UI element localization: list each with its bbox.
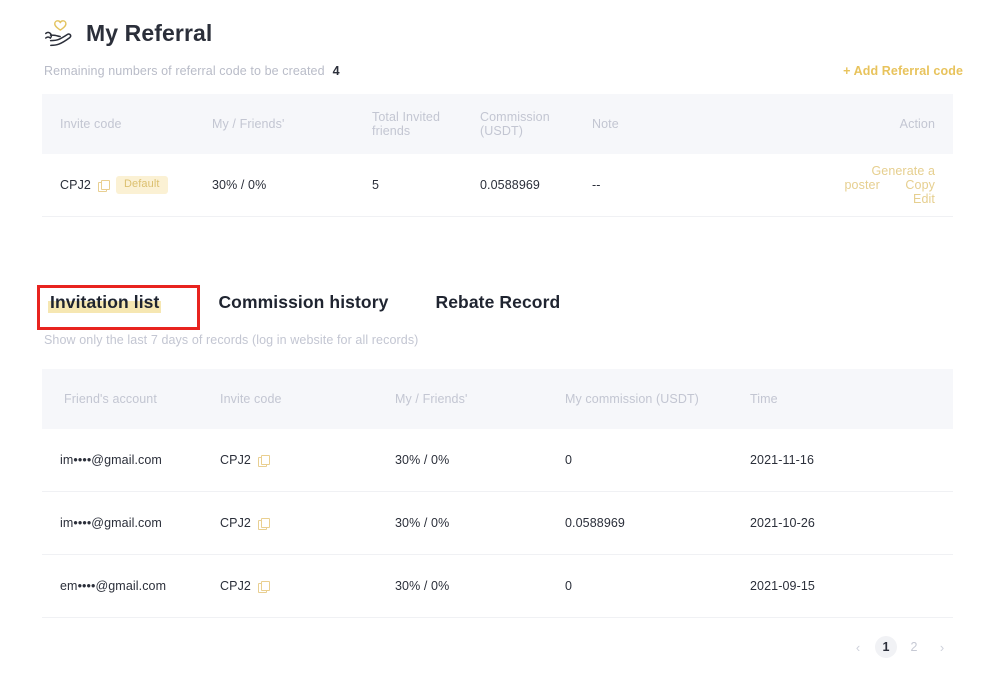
- cell-my-friends: 30% / 0%: [395, 453, 565, 467]
- tab-rebate-record-label: Rebate Record: [435, 292, 560, 312]
- remaining-codes-label: Remaining numbers of referral code to be…: [44, 64, 325, 78]
- column-header-friend-account: Friend's account: [42, 392, 220, 406]
- remaining-codes-count: 4: [333, 64, 340, 78]
- pagination-page-2[interactable]: 2: [903, 636, 925, 658]
- pagination-page-1[interactable]: 1: [875, 636, 897, 658]
- tab-bar: Invitation list Commission history Rebat…: [0, 279, 995, 325]
- column-header-my-commission: My commission (USDT): [565, 392, 750, 406]
- copy-icon[interactable]: [98, 180, 109, 191]
- cell-invite-code: CPJ2 Default: [42, 176, 212, 194]
- cell-friend-account: im••••@gmail.com: [42, 453, 220, 467]
- remaining-codes-text: Remaining numbers of referral code to be…: [44, 64, 340, 78]
- invite-code-value: CPJ2: [60, 178, 91, 192]
- add-referral-code-button[interactable]: + Add Referral code: [843, 64, 963, 78]
- copy-link[interactable]: Copy: [905, 178, 935, 192]
- invite-code-value: CPJ2: [220, 453, 251, 467]
- tab-note-text: Show only the last 7 days of records (lo…: [0, 333, 995, 347]
- cell-my-friends: 30% / 0%: [212, 178, 372, 192]
- column-header-time: Time: [750, 392, 953, 406]
- column-header-note: Note: [592, 117, 822, 131]
- page-title: My Referral: [86, 22, 212, 45]
- tab-commission-history-label: Commission history: [218, 292, 388, 312]
- cell-friend-account: em••••@gmail.com: [42, 579, 220, 593]
- table-row: im••••@gmail.com CPJ2 30% / 0% 0 2021-11…: [42, 429, 953, 492]
- column-header-invite-code: Invite code: [42, 117, 212, 131]
- copy-icon[interactable]: [258, 455, 269, 466]
- cell-note: --: [592, 178, 822, 192]
- column-header-commission: Commission (USDT): [480, 110, 592, 138]
- table-row: em••••@gmail.com CPJ2 30% / 0% 0 2021-09…: [42, 555, 953, 618]
- cell-my-commission: 0: [565, 453, 750, 467]
- cell-my-friends: 30% / 0%: [395, 579, 565, 593]
- cell-invite-code: CPJ2: [220, 453, 395, 467]
- pagination: ‹ 1 2 ›: [0, 636, 995, 658]
- cell-actions: Generate a poster Copy Edit: [822, 164, 953, 206]
- invite-code-value: CPJ2: [220, 579, 251, 593]
- cell-time: 2021-09-15: [750, 579, 953, 593]
- copy-icon[interactable]: [258, 518, 269, 529]
- status-badge: Default: [116, 176, 168, 194]
- cell-my-commission: 0: [565, 579, 750, 593]
- hand-heart-icon: [44, 18, 74, 48]
- cell-invite-code: CPJ2: [220, 516, 395, 530]
- page-header: My Referral: [0, 0, 995, 54]
- cell-invite-code: CPJ2: [220, 579, 395, 593]
- table-row: im••••@gmail.com CPJ2 30% / 0% 0.0588969…: [42, 492, 953, 555]
- invitation-table-header: Friend's account Invite code My / Friend…: [42, 369, 953, 429]
- column-header-my-friends: My / Friends': [212, 117, 372, 131]
- referral-table-header: Invite code My / Friends' Total Invited …: [42, 94, 953, 154]
- cell-my-commission: 0.0588969: [565, 516, 750, 530]
- edit-link[interactable]: Edit: [913, 192, 935, 206]
- cell-friend-account: im••••@gmail.com: [42, 516, 220, 530]
- column-header-invite-code: Invite code: [220, 392, 395, 406]
- cell-commission: 0.0588969: [480, 178, 592, 192]
- cell-total-invited: 5: [372, 178, 480, 192]
- tab-commission-history[interactable]: Commission history: [218, 292, 388, 313]
- cell-time: 2021-10-26: [750, 516, 953, 530]
- copy-icon[interactable]: [258, 581, 269, 592]
- table-row: CPJ2 Default 30% / 0% 5 0.0588969 -- Gen…: [42, 154, 953, 217]
- column-header-total-invited: Total Invited friends: [372, 110, 480, 138]
- invite-code-value: CPJ2: [220, 516, 251, 530]
- tab-invitation-list-label: Invitation list: [48, 292, 161, 313]
- pagination-prev-button[interactable]: ‹: [847, 636, 869, 658]
- invitation-list-table: Friend's account Invite code My / Friend…: [42, 369, 953, 618]
- referral-subhead: Remaining numbers of referral code to be…: [0, 64, 995, 94]
- column-header-action: Action: [822, 117, 953, 131]
- cell-my-friends: 30% / 0%: [395, 516, 565, 530]
- column-header-my-friends: My / Friends': [395, 392, 565, 406]
- tab-rebate-record[interactable]: Rebate Record: [435, 292, 560, 313]
- referral-code-table: Invite code My / Friends' Total Invited …: [42, 94, 953, 217]
- tab-invitation-list[interactable]: Invitation list: [48, 292, 161, 313]
- cell-time: 2021-11-16: [750, 453, 953, 467]
- pagination-next-button[interactable]: ›: [931, 636, 953, 658]
